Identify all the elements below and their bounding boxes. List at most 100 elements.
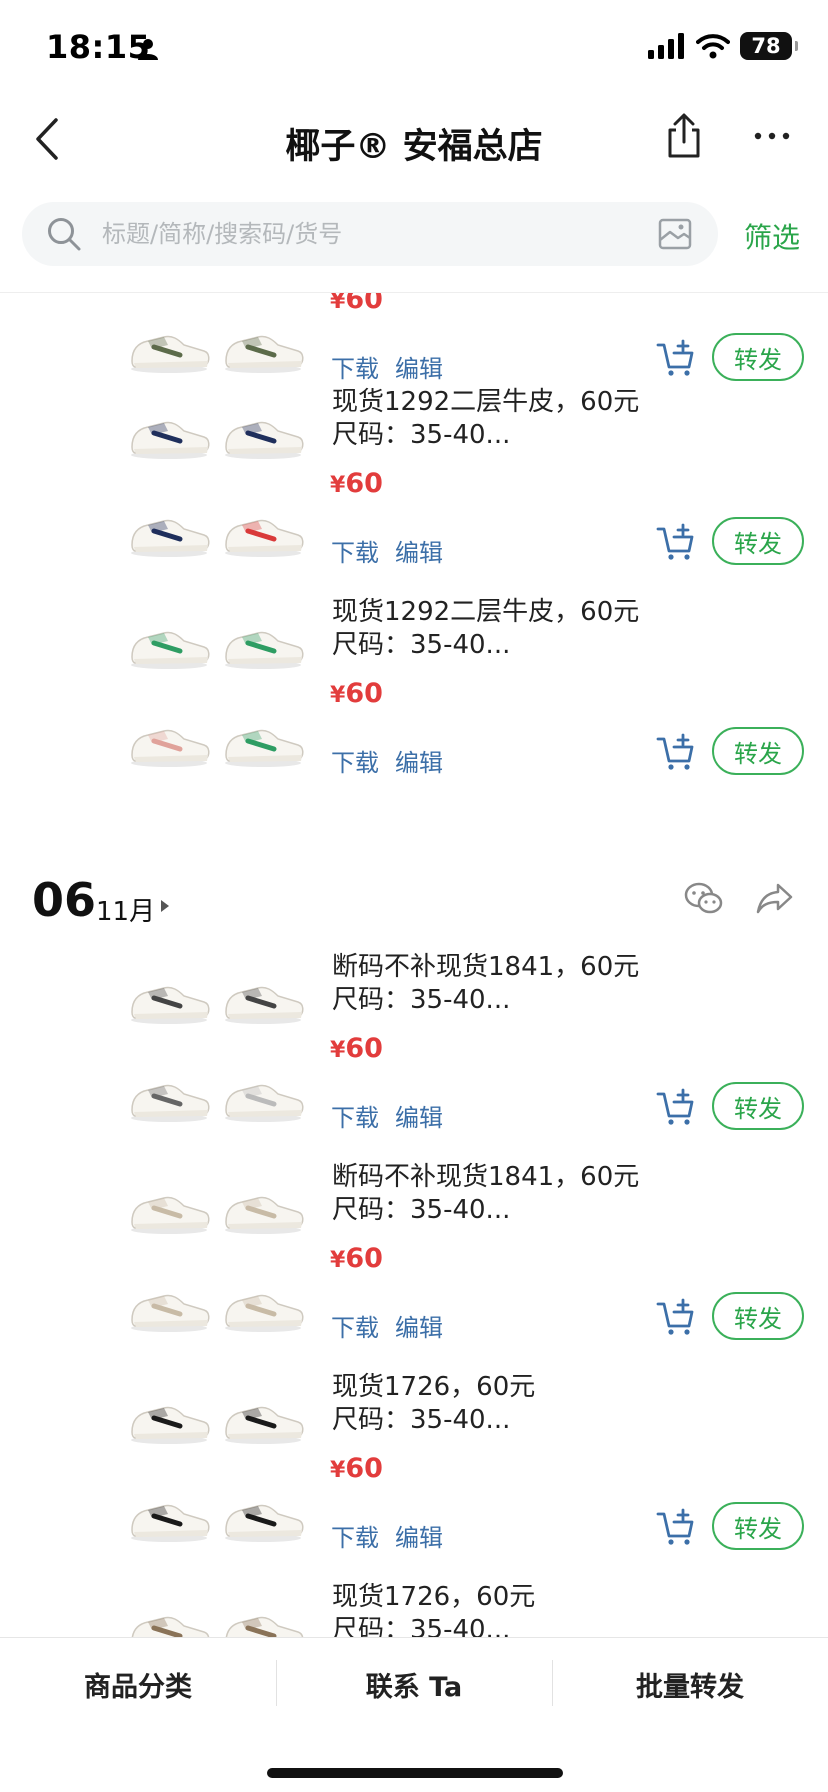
download-link[interactable]: 下载 bbox=[331, 1518, 379, 1553]
product-image[interactable] bbox=[124, 1370, 214, 1460]
product-image[interactable] bbox=[124, 1258, 214, 1348]
download-link[interactable]: 下载 bbox=[331, 349, 379, 384]
product-item: 现货1726，60元 尺码：35-40... ¥60 下载 编辑 转发 bbox=[0, 1370, 828, 1580]
download-link[interactable]: 下载 bbox=[331, 743, 379, 778]
product-image[interactable] bbox=[124, 483, 214, 573]
search-box[interactable] bbox=[22, 202, 718, 266]
home-indicator[interactable] bbox=[267, 1768, 563, 1778]
battery-level: 78 bbox=[751, 34, 781, 58]
product-image[interactable] bbox=[124, 595, 214, 685]
product-image[interactable] bbox=[218, 1370, 308, 1460]
forward-button[interactable]: 转发 bbox=[712, 1502, 804, 1550]
filter-button[interactable]: 筛选 bbox=[744, 216, 800, 256]
edit-link[interactable]: 编辑 bbox=[395, 349, 443, 384]
download-link[interactable]: 下载 bbox=[331, 1308, 379, 1343]
sneaker-illustration bbox=[131, 519, 210, 557]
product-size: 尺码：35-40... bbox=[332, 1195, 511, 1225]
product-thumbnails[interactable] bbox=[124, 595, 310, 785]
product-image[interactable] bbox=[218, 693, 308, 783]
cart-add-icon[interactable] bbox=[656, 339, 696, 379]
product-image[interactable] bbox=[124, 1468, 214, 1558]
product-image[interactable] bbox=[218, 1048, 308, 1138]
forward-button[interactable]: 转发 bbox=[712, 517, 804, 565]
product-image[interactable] bbox=[124, 1580, 214, 1637]
edit-link[interactable]: 编辑 bbox=[395, 1098, 443, 1133]
product-feed[interactable]: ¥60 下载 编辑 转发 现货1292二层牛皮，60元 尺码：35-40... … bbox=[0, 293, 828, 1637]
forward-label: 转发 bbox=[734, 345, 782, 374]
product-image[interactable] bbox=[218, 483, 308, 573]
product-thumbnails[interactable] bbox=[124, 1580, 310, 1637]
signal-icon bbox=[648, 33, 684, 59]
sneaker-illustration bbox=[225, 986, 304, 1024]
forward-label: 转发 bbox=[734, 1514, 782, 1543]
edit-link[interactable]: 编辑 bbox=[395, 1308, 443, 1343]
product-image[interactable] bbox=[218, 1258, 308, 1348]
tab-batch-forward[interactable]: 批量转发 bbox=[552, 1638, 828, 1730]
price-value: 60 bbox=[345, 468, 383, 499]
cart-add-icon[interactable] bbox=[656, 1298, 696, 1338]
wechat-icon[interactable] bbox=[684, 881, 724, 917]
sneaker-illustration bbox=[225, 1406, 304, 1444]
product-image[interactable] bbox=[124, 693, 214, 783]
product-image[interactable] bbox=[218, 1580, 308, 1637]
cart-add-icon[interactable] bbox=[656, 1508, 696, 1548]
product-image[interactable] bbox=[124, 950, 214, 1040]
wifi-icon bbox=[696, 34, 730, 59]
product-image[interactable] bbox=[124, 299, 214, 389]
product-image[interactable] bbox=[218, 595, 308, 685]
product-size: 尺码：35-40... bbox=[332, 1405, 511, 1435]
sneaker-illustration bbox=[131, 1504, 210, 1542]
product-image[interactable] bbox=[218, 385, 308, 475]
product-thumbnails[interactable] bbox=[124, 950, 310, 1140]
tab-categories[interactable]: 商品分类 bbox=[0, 1638, 276, 1730]
product-thumbnails[interactable] bbox=[124, 385, 310, 575]
share-icon[interactable] bbox=[662, 112, 706, 160]
forward-button[interactable]: 转发 bbox=[712, 727, 804, 775]
sneaker-illustration bbox=[225, 1196, 304, 1234]
app-root: 18:15 78 椰子® 安福总店 标题/简称/搜索码/货号 筛选 ¥60 下载… bbox=[0, 0, 828, 1792]
product-image[interactable] bbox=[218, 299, 308, 389]
edit-link[interactable]: 编辑 bbox=[395, 743, 443, 778]
forward-button[interactable]: 转发 bbox=[712, 333, 804, 381]
sneaker-illustration bbox=[225, 1504, 304, 1542]
product-thumbnails[interactable] bbox=[124, 1160, 310, 1350]
caret-right-icon[interactable] bbox=[160, 899, 170, 913]
forward-button[interactable]: 转发 bbox=[712, 1082, 804, 1130]
product-image[interactable] bbox=[218, 1468, 308, 1558]
cart-add-icon[interactable] bbox=[656, 523, 696, 563]
download-link[interactable]: 下载 bbox=[331, 533, 379, 568]
image-search-icon[interactable] bbox=[658, 218, 692, 250]
cart-add-icon[interactable] bbox=[656, 733, 696, 773]
edit-link[interactable]: 编辑 bbox=[395, 533, 443, 568]
sneaker-illustration bbox=[131, 1294, 210, 1332]
download-link[interactable]: 下载 bbox=[331, 1098, 379, 1133]
more-icon[interactable] bbox=[752, 126, 792, 146]
product-image[interactable] bbox=[218, 1160, 308, 1250]
search-row: 筛选 bbox=[0, 202, 828, 268]
product-thumbnails[interactable] bbox=[124, 1370, 310, 1560]
cart-add-icon[interactable] bbox=[656, 1088, 696, 1128]
sneaker-illustration bbox=[131, 1616, 210, 1637]
sneaker-illustration bbox=[225, 729, 304, 767]
search-icon bbox=[48, 218, 81, 251]
product-thumbnails[interactable] bbox=[124, 293, 310, 391]
product-image[interactable] bbox=[218, 950, 308, 1040]
product-price: ¥60 bbox=[330, 468, 383, 499]
product-image[interactable] bbox=[124, 1048, 214, 1138]
share-arrow-icon[interactable] bbox=[756, 881, 794, 915]
forward-button[interactable]: 转发 bbox=[712, 1292, 804, 1340]
product-title: 现货1292二层牛皮，60元 bbox=[332, 387, 640, 417]
forward-label: 转发 bbox=[734, 1304, 782, 1333]
edit-link[interactable]: 编辑 bbox=[395, 1518, 443, 1553]
search-input[interactable] bbox=[102, 202, 622, 266]
sneaker-illustration bbox=[131, 421, 210, 459]
forward-label: 转发 bbox=[734, 1094, 782, 1123]
sneaker-illustration bbox=[131, 729, 210, 767]
tab-contact[interactable]: 联系 Ta bbox=[276, 1638, 552, 1730]
tab-label: 批量转发 bbox=[636, 1671, 744, 1703]
product-image[interactable] bbox=[124, 1160, 214, 1250]
product-item: 断码不补现货1841，60元 尺码：35-40... ¥60 下载 编辑 转发 bbox=[0, 1160, 828, 1370]
product-image[interactable] bbox=[124, 385, 214, 475]
price-value: 60 bbox=[345, 293, 383, 315]
product-price: ¥60 bbox=[330, 293, 383, 315]
